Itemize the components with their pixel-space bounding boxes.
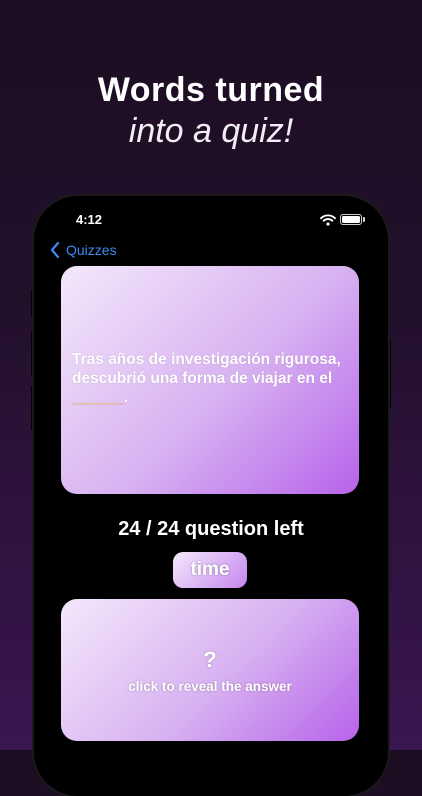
question-text: Tras años de investigación rigurosa, des… (72, 350, 354, 407)
status-time: 4:12 (76, 212, 103, 227)
answer-reveal-card[interactable]: ? click to reveal the answer (61, 599, 359, 741)
headline-line-2: into a quiz! (128, 112, 294, 150)
status-bar: 4:12 (34, 210, 388, 230)
question-mark-icon: ? (203, 647, 217, 672)
back-label: Quizzes (66, 242, 117, 258)
question-sentence: Tras años de investigación rigurosa, des… (72, 351, 341, 387)
chevron-left-icon (50, 242, 60, 258)
headline-line-1: Words turned (97, 71, 325, 109)
battery-icon (340, 214, 365, 225)
question-end: . (123, 389, 129, 406)
wifi-icon (320, 213, 336, 231)
time-button[interactable]: time (173, 552, 247, 588)
question-card: Tras años de investigación rigurosa, des… (61, 266, 359, 494)
question-blank: ______ (72, 389, 124, 406)
questions-left-counter: 24 / 24 question left (118, 518, 304, 540)
phone-frame: 4:12 Quizzes Tras años de investigación … (34, 196, 388, 796)
reveal-hint: click to reveal the answer (128, 679, 292, 694)
promo-headline: Words turned into a quiz! (0, 70, 422, 152)
back-button-quizzes[interactable]: Quizzes (50, 242, 117, 258)
